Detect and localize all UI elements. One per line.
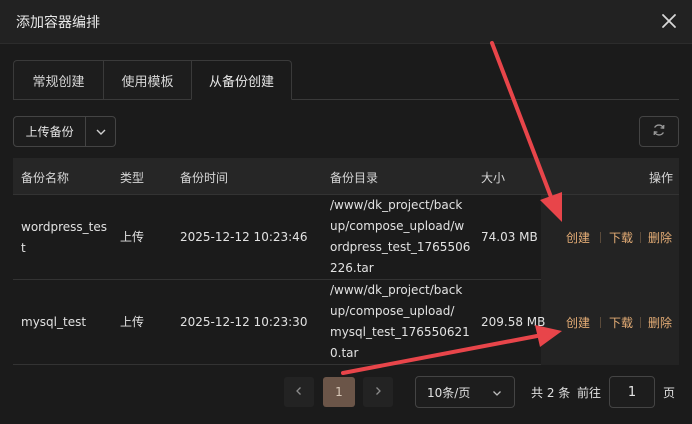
backup-type: 上传	[120, 315, 145, 329]
column-header-name: 备份名称	[21, 171, 70, 185]
page-suffix: 页	[663, 386, 676, 400]
create-link[interactable]: 创建	[566, 314, 590, 331]
column-header-time: 备份时间	[180, 171, 229, 185]
column-header-actions: 操作	[649, 171, 674, 185]
upload-backup-button[interactable]: 上传备份	[14, 117, 87, 146]
backup-name: mysql_test	[21, 315, 87, 329]
chevron-left-icon	[294, 385, 304, 400]
backup-time: 2025-12-12 10:23:30	[180, 315, 308, 329]
goto-label: 前往	[577, 386, 602, 400]
table-row: wordpress_tes t 上传 2025-12-12 10:23:46 /…	[13, 195, 679, 280]
page-size-select[interactable]: 10条/页	[415, 376, 515, 408]
backup-dir: /www/dk_project/back up/compose_upload/ …	[330, 283, 470, 360]
create-link[interactable]: 创建	[566, 229, 590, 246]
action-separator	[600, 317, 601, 328]
backup-name: wordpress_tes t	[21, 220, 108, 255]
backup-dir: /www/dk_project/back up/compose_upload/w…	[330, 198, 471, 275]
chevron-down-icon	[493, 391, 501, 396]
column-header-size: 大小	[481, 171, 506, 185]
prev-page-button[interactable]	[284, 377, 314, 407]
table-row: mysql_test 上传 2025-12-12 10:23:30 /www/d…	[13, 280, 679, 365]
backup-size: 209.58 MB	[481, 315, 546, 329]
goto-page-input[interactable]	[609, 376, 655, 408]
action-separator	[640, 232, 641, 243]
refresh-icon	[652, 123, 666, 141]
download-link[interactable]: 下载	[609, 314, 633, 331]
add-compose-dialog: 添加容器编排 常规创建 使用模板 从备份创建 上传备份 备份名称 类型 备份时间…	[0, 0, 692, 424]
delete-link[interactable]: 删除	[648, 229, 672, 246]
download-link[interactable]: 下载	[609, 229, 633, 246]
refresh-button[interactable]	[639, 116, 679, 147]
chevron-down-icon[interactable]	[86, 117, 115, 146]
dialog-title: 添加容器编排	[16, 15, 100, 31]
dialog-header: 添加容器编排	[0, 0, 692, 44]
tab-bar: 常规创建 使用模板 从备份创建	[13, 60, 292, 100]
backup-time: 2025-12-12 10:23:46	[180, 230, 308, 244]
delete-link[interactable]: 删除	[648, 314, 672, 331]
upload-backup-split-button: 上传备份	[13, 116, 116, 147]
table-header: 备份名称 类型 备份时间 备份目录 大小 操作	[13, 158, 679, 195]
action-separator	[600, 232, 601, 243]
action-separator	[640, 317, 641, 328]
pagination: 1 10条/页 共 2 条 前往 页	[0, 375, 692, 409]
next-page-button[interactable]	[363, 377, 393, 407]
page-number-button[interactable]: 1	[323, 377, 355, 407]
tab-create-from-backup[interactable]: 从备份创建	[191, 60, 292, 100]
column-header-type: 类型	[120, 171, 145, 185]
backup-type: 上传	[120, 230, 145, 244]
close-icon[interactable]	[658, 10, 680, 32]
backup-size: 74.03 MB	[481, 230, 538, 244]
total-count: 共 2 条	[531, 386, 571, 400]
backup-table: 备份名称 类型 备份时间 备份目录 大小 操作 wordpress_tes t …	[13, 158, 679, 365]
column-header-dir: 备份目录	[330, 171, 379, 185]
tab-normal-create[interactable]: 常规创建	[13, 60, 103, 100]
tab-use-template[interactable]: 使用模板	[103, 60, 191, 100]
chevron-right-icon	[373, 385, 383, 400]
